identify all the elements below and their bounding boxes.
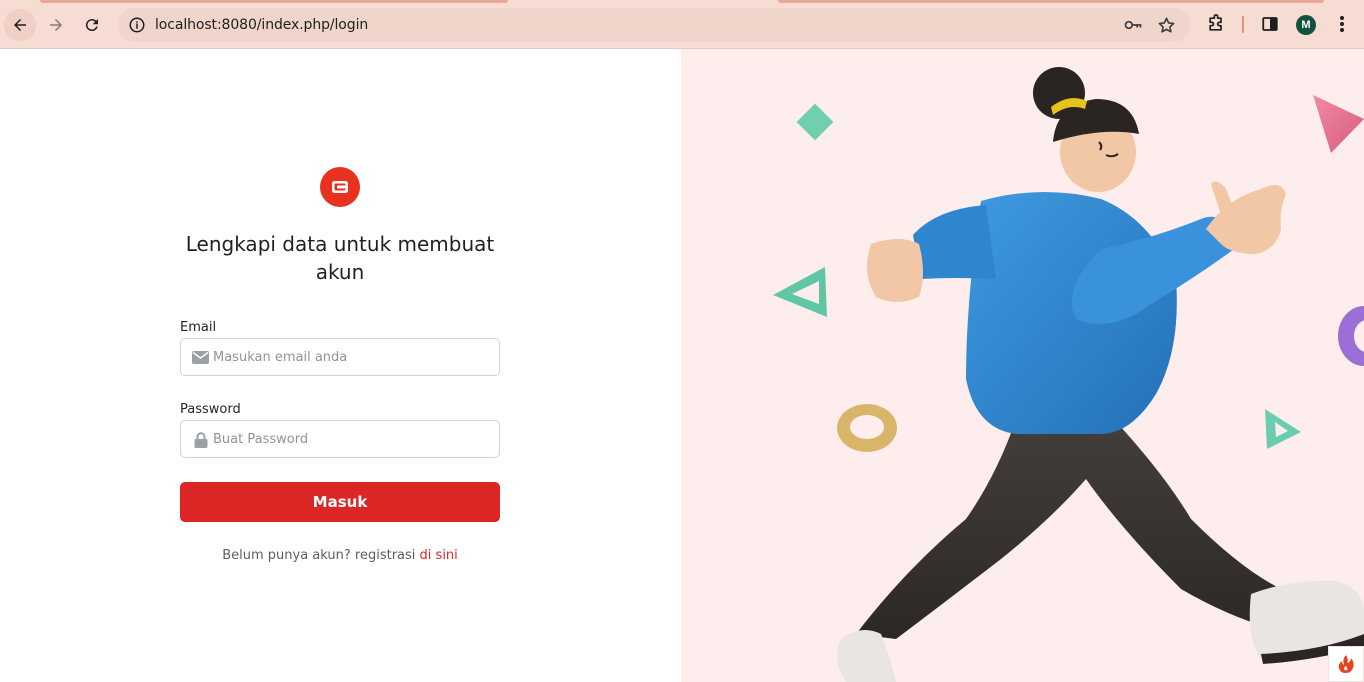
- small-teal-triangle-shape: [1265, 409, 1301, 449]
- flame-icon[interactable]: [1328, 646, 1364, 682]
- extensions-icon[interactable]: [1206, 14, 1226, 34]
- envelope-icon: [192, 349, 209, 366]
- arrow-right-icon: [50, 19, 62, 31]
- email-input[interactable]: [213, 339, 495, 375]
- email-label: Email: [180, 320, 217, 335]
- reload-button[interactable]: [76, 9, 108, 41]
- side-panel-icon[interactable]: [1260, 14, 1280, 34]
- tab-strip-accent: [778, 0, 1324, 3]
- key-icon[interactable]: [1123, 15, 1143, 35]
- page-title: Lengkapi data untuk membuat akun: [185, 232, 495, 284]
- left-arm: [913, 205, 996, 279]
- pink-triangle-shape: [1313, 95, 1364, 153]
- tab-strip-accent: [40, 0, 508, 3]
- more-menu-icon[interactable]: [1332, 14, 1352, 34]
- site-info-icon[interactable]: [126, 14, 148, 36]
- illustration-panel: [681, 49, 1364, 682]
- login-button[interactable]: Masuk: [180, 482, 500, 522]
- profile-avatar[interactable]: M: [1296, 15, 1316, 35]
- pants: [856, 404, 1296, 639]
- browser-toolbar: localhost:8080/index.php/login M: [0, 0, 1364, 49]
- register-link[interactable]: di sini: [420, 548, 458, 563]
- walking-person-illustration: [773, 67, 1364, 682]
- register-prompt-text: Belum punya akun? registrasi: [222, 548, 416, 563]
- teal-triangle-shape: [773, 267, 827, 317]
- left-fist: [867, 239, 923, 302]
- back-button[interactable]: [4, 9, 36, 41]
- password-input[interactable]: [213, 421, 495, 457]
- hair-bun: [1033, 67, 1085, 119]
- arrow-left-icon: [14, 19, 26, 31]
- address-bar[interactable]: localhost:8080/index.php/login: [118, 8, 1190, 42]
- reload-icon: [85, 19, 98, 32]
- star-icon[interactable]: [1156, 15, 1176, 35]
- url-text[interactable]: localhost:8080/index.php/login: [155, 17, 368, 33]
- toolbar-divider: [1242, 16, 1244, 33]
- login-panel: Lengkapi data untuk membuat akun Email P…: [0, 49, 681, 682]
- password-label: Password: [180, 402, 241, 417]
- wallet-icon: [320, 167, 360, 207]
- lock-icon: [192, 431, 209, 448]
- teal-diamond-shape: [796, 103, 834, 141]
- email-field[interactable]: [180, 338, 500, 376]
- password-field[interactable]: [180, 420, 500, 458]
- shirt: [966, 191, 1177, 434]
- register-prompt: Belum punya akun? registrasi di sini: [180, 548, 500, 563]
- forward-button[interactable]: [40, 9, 72, 41]
